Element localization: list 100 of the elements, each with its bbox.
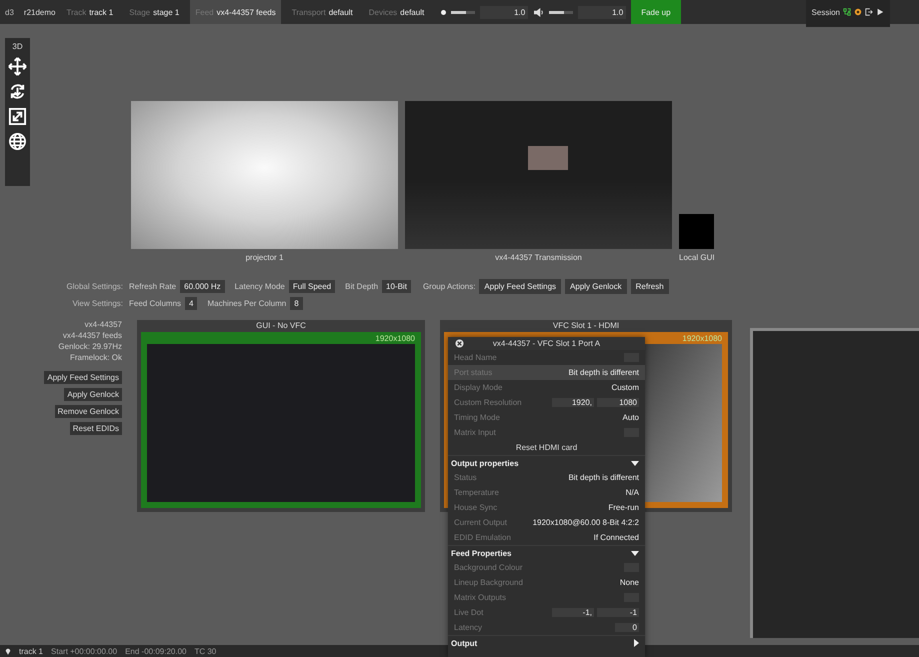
group-action-button[interactable]: Refresh: [630, 279, 669, 294]
brightness-slider[interactable]: [451, 10, 476, 14]
network-icon[interactable]: [843, 8, 851, 16]
session-label[interactable]: Session: [812, 8, 840, 16]
brightness-value[interactable]: 1.0: [480, 6, 528, 18]
preview-label: Local GUI: [679, 253, 715, 262]
property-label: Display Mode: [454, 383, 502, 392]
section-title: Feed Properties: [451, 548, 512, 558]
group-actions-label: Group Actions:: [422, 282, 476, 291]
settings-label: Global Settings:: [66, 282, 123, 291]
property-label: Live Dot: [454, 608, 484, 617]
setting-label: Refresh Rate: [129, 282, 176, 291]
property-label: EDID Emulation: [454, 533, 511, 542]
property-row[interactable]: Temperature N/A: [448, 485, 645, 500]
section-title: Output properties: [451, 458, 519, 468]
property-label: House Sync: [454, 503, 498, 512]
volume-value[interactable]: 1.0: [578, 6, 626, 18]
machine-info: vx4-44357 feeds: [62, 331, 122, 341]
property-row[interactable]: Timing Mode Auto: [448, 410, 645, 425]
property-label: Status: [454, 473, 477, 482]
section-header[interactable]: Output properties: [448, 455, 645, 470]
feed-panel[interactable]: GUI - No VFC 1920x1080: [137, 320, 425, 512]
exit-icon[interactable]: [865, 8, 873, 16]
group-action-button[interactable]: Apply Genlock: [565, 279, 627, 294]
machine-action-button[interactable]: Reset EDIDs: [70, 422, 122, 435]
project-name[interactable]: r21demo: [24, 8, 56, 16]
number-field[interactable]: 0: [615, 623, 639, 632]
setting-label: Machines Per Column: [207, 299, 286, 308]
property-value: Free-run: [608, 503, 639, 512]
stage-preview[interactable]: [405, 101, 672, 249]
feed-title: VFC Slot 1 - HDMI: [552, 320, 620, 332]
globe-icon[interactable]: [8, 132, 27, 151]
location-icon: [5, 647, 11, 655]
setting-value[interactable]: 8: [290, 297, 303, 310]
property-label: Temperature: [454, 488, 499, 497]
setting-value[interactable]: 4: [185, 297, 198, 310]
machine-action-button[interactable]: Apply Feed Settings: [44, 371, 122, 384]
property-value: Auto: [622, 413, 639, 422]
machine-info: vx4-44357: [84, 320, 122, 330]
property-row[interactable]: Custom Resolution 1920, 1080: [448, 395, 645, 410]
property-row[interactable]: Live Dot -1, -1: [448, 605, 645, 620]
number-field[interactable]: 1920,: [552, 398, 594, 407]
setting-label: Latency Mode: [234, 282, 285, 291]
top-bar-menu[interactable]: Stage stage 1: [124, 0, 184, 24]
section-title: Output: [451, 638, 478, 648]
3d-mode-label[interactable]: 3D: [12, 42, 23, 51]
play-icon[interactable]: [876, 8, 884, 16]
status-item: Start +00:00:00.00: [51, 646, 118, 656]
setting-value[interactable]: 60.000 Hz: [180, 280, 225, 293]
property-value: None: [620, 578, 639, 587]
move-icon[interactable]: [8, 57, 27, 76]
status-item: End -00:09:20.00: [125, 646, 186, 656]
machine-info: Framelock: Ok: [70, 353, 122, 363]
app-logo[interactable]: d3: [5, 8, 14, 16]
number-field[interactable]: -1,: [552, 608, 594, 617]
feed-title: GUI - No VFC: [256, 320, 306, 332]
property-label: Current Output: [454, 518, 507, 527]
section-header[interactable]: Feed Properties: [448, 545, 645, 560]
property-label: Head Name: [454, 353, 497, 362]
property-row[interactable]: Status Bit depth is different: [448, 470, 645, 485]
setting-value[interactable]: 10-Bit: [382, 280, 411, 293]
top-bar-menu[interactable]: Transport default: [286, 0, 358, 24]
machine-action-button[interactable]: Remove Genlock: [54, 405, 122, 418]
property-row[interactable]: EDID Emulation If Connected: [448, 530, 645, 545]
scale-icon[interactable]: [8, 107, 27, 126]
preview-label: projector 1: [246, 253, 284, 262]
status-item: TC 30: [194, 646, 216, 656]
brightness-icon: [441, 10, 446, 14]
number-field[interactable]: -1: [597, 608, 639, 617]
property-value: Custom: [611, 383, 639, 392]
setting-label: Feed Columns: [129, 299, 182, 308]
close-icon[interactable]: [455, 339, 464, 348]
rotate-icon[interactable]: [8, 82, 27, 101]
machine-action-button[interactable]: Apply Genlock: [64, 388, 122, 401]
property-label: Matrix Outputs: [454, 593, 506, 602]
fade-up-button[interactable]: Fade up: [631, 0, 681, 24]
property-row[interactable]: Current Output 1920x1080@60.00 8-Bit 4:2:2: [448, 515, 645, 530]
group-action-button[interactable]: Apply Feed Settings: [479, 279, 562, 294]
stage-screen-drawing: [528, 146, 568, 170]
feed-resolution: 1920x1080: [375, 334, 415, 343]
number-field[interactable]: 1080: [597, 398, 639, 407]
property-row[interactable]: Lineup Background None: [448, 575, 645, 590]
section-header[interactable]: Output: [448, 635, 645, 650]
property-row[interactable]: Display Mode Custom: [448, 380, 645, 395]
volume-slider[interactable]: [549, 10, 574, 14]
property-row[interactable]: House Sync Free-run: [448, 500, 645, 515]
setting-value[interactable]: Full Speed: [288, 280, 336, 293]
top-bar-menu[interactable]: Track track 1: [61, 0, 118, 24]
property-row[interactable]: Latency 0: [448, 620, 645, 635]
property-label: Latency: [454, 623, 482, 632]
speaker-icon: [533, 8, 544, 16]
property-label: Timing Mode: [454, 413, 500, 422]
machine-info: Genlock: 29.97Hz: [58, 342, 122, 352]
top-bar-menu[interactable]: Devices default: [364, 0, 430, 24]
property-label: Matrix Input: [454, 428, 496, 437]
reset-button[interactable]: Reset HDMI card: [510, 442, 584, 453]
property-value: Bit depth is different: [568, 473, 639, 482]
gear-icon[interactable]: [854, 8, 862, 16]
popup-title: vx4-44357 - VFC Slot 1 Port A: [492, 339, 600, 348]
settings-label: View Settings:: [71, 299, 123, 308]
